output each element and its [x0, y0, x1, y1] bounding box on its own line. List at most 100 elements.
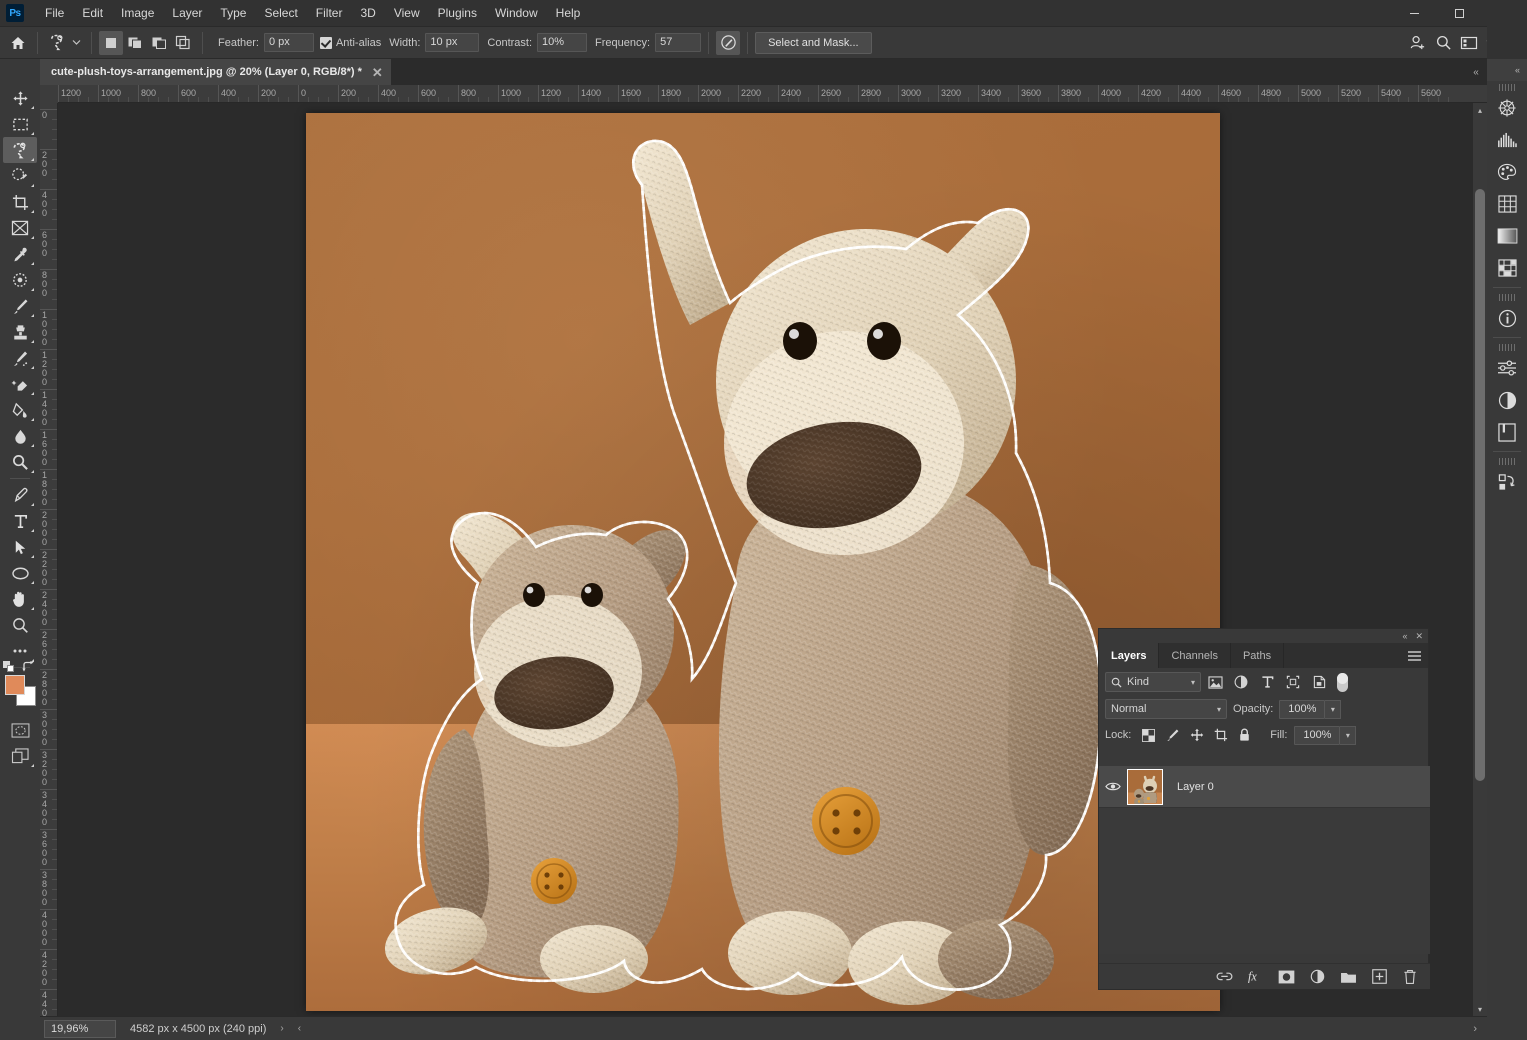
- home-icon[interactable]: [6, 31, 30, 55]
- subtract-from-selection-button[interactable]: [147, 31, 171, 55]
- layer-style-fx-icon[interactable]: fx: [1245, 967, 1265, 987]
- tab-channels[interactable]: Channels: [1159, 643, 1231, 668]
- menu-filter[interactable]: Filter: [307, 2, 352, 24]
- rectangular-marquee-tool[interactable]: [3, 111, 37, 137]
- adjustment-layer-icon[interactable]: [1490, 384, 1524, 416]
- menu-type[interactable]: Type: [211, 2, 255, 24]
- layers-list[interactable]: Layer 0: [1099, 766, 1430, 954]
- dock-grip-4[interactable]: [1499, 458, 1515, 465]
- gradients-icon[interactable]: [1490, 220, 1524, 252]
- select-and-mask-button[interactable]: Select and Mask...: [755, 31, 872, 54]
- filter-smart-object-icon[interactable]: [1307, 672, 1331, 692]
- frame-tool[interactable]: [3, 215, 37, 241]
- dock-grip[interactable]: [1499, 84, 1515, 91]
- close-panel-icon[interactable]: ✕: [1415, 631, 1423, 642]
- tab-paths[interactable]: Paths: [1231, 643, 1285, 668]
- info-icon[interactable]: [1490, 302, 1524, 334]
- menu-window[interactable]: Window: [486, 2, 547, 24]
- user-add-icon[interactable]: [1405, 31, 1429, 55]
- eyedropper-tool[interactable]: [3, 241, 37, 267]
- move-tool[interactable]: [3, 85, 37, 111]
- vertical-ruler[interactable]: 0 200 400 600 800 1000 1200 1400 1600 1800 2000 220…: [40, 103, 58, 1016]
- object-selection-tool[interactable]: [3, 163, 37, 189]
- document-canvas[interactable]: [306, 113, 1220, 1011]
- panel-collapse-icon[interactable]: «: [1465, 59, 1487, 85]
- fill-chevron-down-icon[interactable]: ▾: [1340, 725, 1357, 745]
- right-dock-collapse-icon[interactable]: «: [1487, 59, 1527, 81]
- screen-mode-icon[interactable]: [3, 743, 37, 769]
- pen-tool[interactable]: [3, 482, 37, 508]
- menu-edit[interactable]: Edit: [73, 2, 112, 24]
- new-selection-button[interactable]: [99, 30, 123, 55]
- status-next-icon[interactable]: ›: [1473, 1023, 1477, 1035]
- table-row[interactable]: Layer 0: [1099, 766, 1430, 808]
- path-selection-tool[interactable]: [3, 534, 37, 560]
- maximize-button[interactable]: [1437, 0, 1482, 27]
- dock-grip-3[interactable]: [1499, 344, 1515, 351]
- canvas-vertical-scrollbar[interactable]: ▴ ▾: [1473, 103, 1487, 1016]
- status-prev-icon[interactable]: ‹: [298, 1023, 301, 1034]
- panel-menu-icon[interactable]: [1407, 643, 1422, 668]
- pen-pressure-icon[interactable]: [716, 30, 741, 55]
- horizontal-ruler[interactable]: 1200 1000 800 600 400 200 0 200 400 600 800 1000 120…: [40, 85, 1487, 103]
- frequency-input[interactable]: 57: [655, 33, 702, 52]
- quick-mask-icon[interactable]: [3, 717, 37, 743]
- chevron-down-icon[interactable]: ▾: [1191, 678, 1195, 687]
- chevron-down-icon[interactable]: ▾: [1217, 705, 1221, 714]
- magnetic-lasso-tool[interactable]: [3, 137, 37, 163]
- histogram-icon[interactable]: [1490, 124, 1524, 156]
- hand-tool[interactable]: [3, 586, 37, 612]
- add-layer-mask-icon[interactable]: [1276, 967, 1296, 987]
- vertical-scroll-thumb[interactable]: [1475, 189, 1485, 781]
- menu-image[interactable]: Image: [112, 2, 163, 24]
- dock-grip-2[interactable]: [1499, 294, 1515, 301]
- zoom-tool[interactable]: [3, 612, 37, 638]
- swatches-icon[interactable]: [1490, 156, 1524, 188]
- tab-layers[interactable]: Layers: [1099, 643, 1160, 668]
- lock-all-icon[interactable]: [1234, 725, 1255, 745]
- ruler-corner[interactable]: [40, 85, 58, 103]
- lock-image-pixels-icon[interactable]: [1162, 725, 1183, 745]
- menu-file[interactable]: File: [36, 2, 73, 24]
- color-wheel-icon[interactable]: [1490, 92, 1524, 124]
- character-grid-icon[interactable]: [1490, 188, 1524, 220]
- crop-tool[interactable]: [3, 189, 37, 215]
- swap-colors-icon[interactable]: [22, 661, 35, 672]
- zoom-level-input[interactable]: 19,96%: [44, 1019, 116, 1038]
- lock-transparent-pixels-icon[interactable]: [1138, 725, 1159, 745]
- lock-position-icon[interactable]: [1186, 725, 1207, 745]
- anti-alias-checkbox[interactable]: Anti-alias: [319, 36, 381, 49]
- feather-input[interactable]: 0 px: [263, 33, 314, 52]
- libraries-icon[interactable]: [1490, 416, 1524, 448]
- menu-help[interactable]: Help: [547, 2, 590, 24]
- lock-artboard-nesting-icon[interactable]: [1210, 725, 1231, 745]
- opacity-chevron-down-icon[interactable]: ▾: [1325, 699, 1342, 719]
- actions-icon[interactable]: [1490, 466, 1524, 498]
- gradient-tool[interactable]: [3, 397, 37, 423]
- ellipse-tool[interactable]: [3, 560, 37, 586]
- horizontal-type-tool[interactable]: [3, 508, 37, 534]
- clone-stamp-tool[interactable]: [3, 319, 37, 345]
- tool-preset-chevron-down-icon[interactable]: [69, 31, 84, 55]
- anti-alias-checkbox-box[interactable]: [319, 36, 332, 49]
- reset-colors-icon-back[interactable]: [7, 665, 14, 672]
- width-input[interactable]: 10 px: [425, 33, 480, 52]
- blend-mode-select[interactable]: Normal ▾: [1105, 699, 1227, 719]
- menu-view[interactable]: View: [385, 2, 429, 24]
- blur-tool[interactable]: [3, 423, 37, 449]
- fill-input[interactable]: 100%: [1294, 725, 1341, 745]
- document-tab[interactable]: cute-plush-toys-arrangement.jpg @ 20% (L…: [40, 59, 392, 85]
- filter-shape-icon[interactable]: [1281, 672, 1305, 692]
- workspace-icon[interactable]: [1457, 31, 1481, 55]
- adjustments-icon[interactable]: [1490, 352, 1524, 384]
- dodge-tool[interactable]: [3, 449, 37, 475]
- magnetic-lasso-icon[interactable]: [45, 31, 69, 55]
- brush-tool[interactable]: [3, 293, 37, 319]
- menu-select[interactable]: Select: [255, 2, 306, 24]
- delete-layer-icon[interactable]: [1400, 967, 1420, 987]
- collapse-panel-icon[interactable]: «: [1402, 631, 1407, 641]
- close-icon[interactable]: ✕: [372, 66, 383, 79]
- eraser-tool[interactable]: [3, 371, 37, 397]
- opacity-input[interactable]: 100%: [1279, 699, 1326, 719]
- intersect-with-selection-button[interactable]: [171, 31, 195, 55]
